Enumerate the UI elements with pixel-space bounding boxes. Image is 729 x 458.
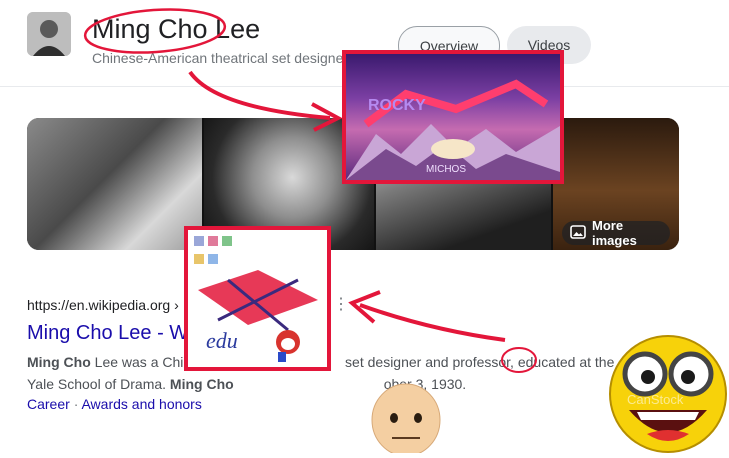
overlay-logo-image: ROCKY MICHOS — [342, 50, 564, 184]
sitelink-awards[interactable]: Awards and honors — [81, 396, 201, 412]
page-subtitle: Chinese-American theatrical set designe — [92, 50, 344, 66]
snippet-text: Yale School of Drama. — [27, 376, 170, 392]
annotation-arrowhead — [348, 290, 381, 324]
more-options-icon[interactable]: ⋮ — [333, 294, 349, 314]
result-url[interactable]: https://en.wikipedia.org › — [27, 297, 179, 313]
more-images-label: More images — [592, 218, 637, 248]
sitelink-career[interactable]: Career — [27, 396, 70, 412]
result-title-link[interactable]: Ming Cho Lee - W — [27, 320, 188, 346]
page-title: Ming Cho Lee — [92, 14, 261, 44]
overlay-text: MICHOS — [426, 164, 466, 175]
overlay-doodle-image: edu — [184, 226, 331, 371]
more-images-button[interactable]: More images — [562, 218, 670, 248]
image-thumbnail[interactable] — [27, 118, 202, 250]
annotation-arrow — [188, 70, 331, 120]
watermark-text: CanStock — [627, 392, 684, 407]
overlay-face-image — [370, 380, 442, 457]
sitelinks: Career · Awards and honors — [27, 396, 202, 412]
annotation-arrow — [359, 303, 506, 342]
overlay-smiley-image: CanStock — [607, 330, 729, 453]
avatar[interactable] — [27, 12, 71, 56]
overlay-text: ROCKY — [368, 97, 426, 114]
image-gallery-icon — [570, 224, 586, 242]
snippet-text: Lee was a Chin — [90, 354, 192, 370]
snippet-text: set designer and professor, educated at … — [341, 354, 615, 370]
overlay-text: edu — [206, 328, 238, 353]
snippet-bold: Ming Cho — [27, 354, 91, 370]
snippet-bold: Ming Cho — [169, 376, 234, 392]
